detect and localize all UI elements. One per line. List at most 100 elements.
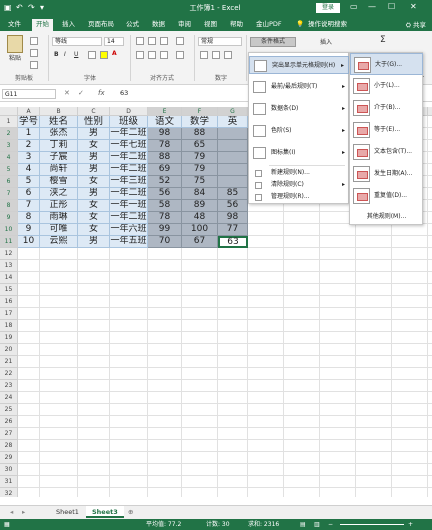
login-button[interactable]: 登录 [316,3,340,13]
cell[interactable]: 56 [218,200,248,212]
cell[interactable] [284,416,320,428]
cell[interactable] [428,248,432,260]
cell[interactable] [218,284,248,296]
cell[interactable] [18,392,40,404]
cell[interactable] [356,356,392,368]
cell[interactable] [320,392,356,404]
cell[interactable] [110,284,148,296]
cell[interactable] [148,488,182,497]
cell[interactable] [248,272,284,284]
cell[interactable] [110,260,148,272]
column-header[interactable]: F [182,107,218,116]
cell[interactable] [148,248,182,260]
row-header[interactable]: 9 [0,212,18,224]
cell[interactable]: 98 [148,128,182,140]
cell[interactable] [320,356,356,368]
cell[interactable] [110,404,148,416]
cell[interactable] [148,464,182,476]
cell[interactable] [428,368,432,380]
cell[interactable] [248,284,284,296]
cell[interactable] [40,344,78,356]
cell[interactable] [148,452,182,464]
cell[interactable] [356,296,392,308]
row-header[interactable]: 13 [0,260,18,272]
submenu-item-more-rules[interactable]: 其他规则(M)... [350,211,423,223]
conditional-formatting-button[interactable]: 条件格式 [250,37,296,47]
cell[interactable] [248,488,284,497]
cell[interactable] [110,356,148,368]
cell[interactable] [182,332,218,344]
cell[interactable]: 56 [148,188,182,200]
cell[interactable] [78,380,110,392]
submenu-item-greater-than[interactable]: 大于(G)... [350,53,423,75]
formula-input[interactable]: 63 [120,89,128,97]
cell[interactable]: 67 [182,236,218,248]
cell[interactable] [392,356,428,368]
cell[interactable] [248,368,284,380]
cell[interactable] [428,332,432,344]
cell[interactable] [356,236,392,248]
cell[interactable] [110,392,148,404]
currency-icon[interactable] [200,51,208,59]
cell[interactable] [284,428,320,440]
cell[interactable] [428,152,432,164]
cell[interactable] [284,212,320,224]
cell[interactable]: 数学 [182,116,218,128]
row-header[interactable]: 26 [0,416,18,428]
cell[interactable] [218,248,248,260]
cell[interactable] [284,476,320,488]
cell[interactable] [320,368,356,380]
cell[interactable] [110,344,148,356]
wrap-text-icon[interactable] [176,37,184,45]
cell[interactable] [320,428,356,440]
cell[interactable]: 1 [18,128,40,140]
cell[interactable] [18,332,40,344]
zoom-in-icon[interactable]: + [408,519,413,530]
cell[interactable] [148,440,182,452]
cell[interactable] [218,380,248,392]
cell[interactable] [356,452,392,464]
row-header[interactable]: 31 [0,476,18,488]
cell[interactable] [148,308,182,320]
cell[interactable] [78,308,110,320]
row-header[interactable]: 14 [0,272,18,284]
cell[interactable] [78,464,110,476]
cell[interactable] [284,404,320,416]
cell[interactable] [248,428,284,440]
sheet-tab-sheet1[interactable]: Sheet1 [50,506,85,518]
cell[interactable] [428,284,432,296]
add-sheet-icon[interactable]: ⊕ [122,506,139,518]
cell[interactable] [18,296,40,308]
cell[interactable] [356,260,392,272]
cell[interactable]: 女 [78,176,110,188]
cell[interactable] [110,464,148,476]
cell[interactable] [218,176,248,188]
cell[interactable] [320,380,356,392]
cell[interactable]: 77 [218,224,248,236]
row-header[interactable]: 19 [0,332,18,344]
cell[interactable] [356,320,392,332]
cell[interactable]: 99 [148,224,182,236]
cell[interactable] [110,488,148,497]
cell[interactable] [78,476,110,488]
menu-item-clear-rules[interactable]: 清除规则(C) ▸ [249,179,349,191]
cell[interactable] [40,416,78,428]
tab-data[interactable]: 数据 [148,19,169,31]
cell[interactable]: 英 [218,116,248,128]
select-all-corner[interactable] [0,107,18,116]
percent-icon[interactable] [212,51,220,59]
tab-insert[interactable]: 插入 [58,19,79,31]
cell[interactable] [18,368,40,380]
cell[interactable] [78,428,110,440]
cell[interactable] [284,236,320,248]
cell[interactable] [218,164,248,176]
cell[interactable] [110,440,148,452]
cell[interactable]: 88 [148,152,182,164]
row-header[interactable]: 30 [0,464,18,476]
cell[interactable] [284,284,320,296]
cell[interactable] [18,308,40,320]
cell[interactable] [78,344,110,356]
cell[interactable]: 樱雪 [40,176,78,188]
cell[interactable] [182,344,218,356]
cell[interactable] [428,140,432,152]
